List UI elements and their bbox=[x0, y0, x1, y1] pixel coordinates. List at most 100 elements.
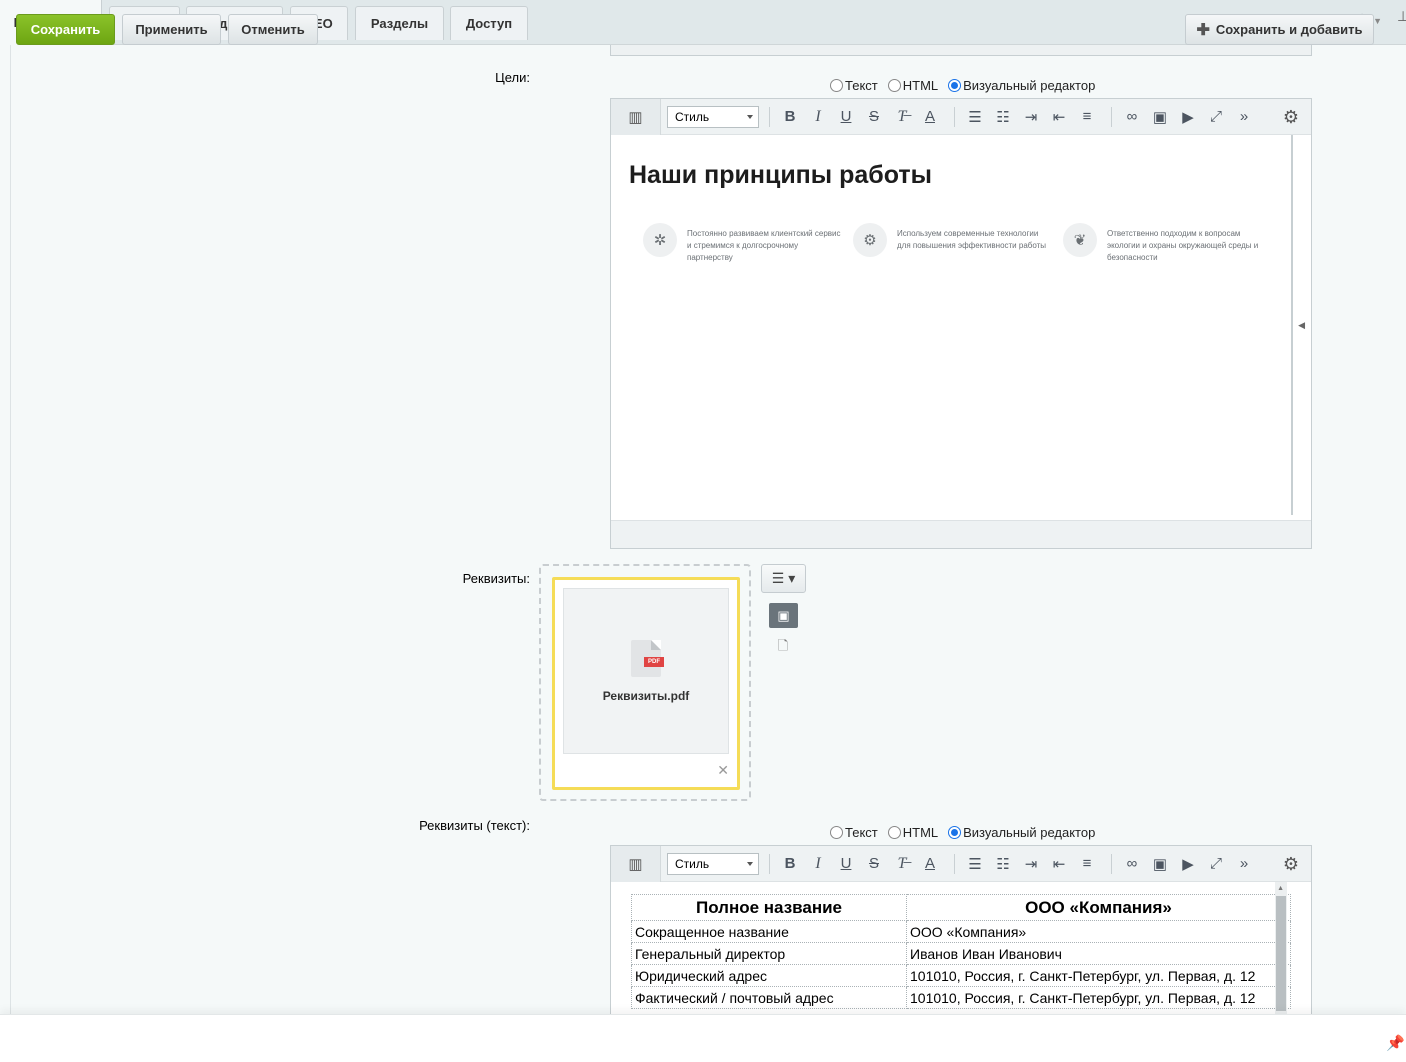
previous-editor-footer bbox=[610, 45, 1312, 56]
link-icon[interactable]: ∞ bbox=[1118, 103, 1146, 131]
goals-editor: ▥ Стиль B I U S T̶ A ☰ ☷ ⇥ ⇤ ≡ ∞ ▣ ▶ ⤢ »… bbox=[610, 98, 1312, 549]
feature-item: ✲ Постоянно развиваем клиентский сервис … bbox=[643, 223, 843, 264]
table-row: Генеральный директор Иванов Иван Иванови… bbox=[631, 942, 1291, 965]
menu-icon: ☰ ▾ bbox=[771, 570, 796, 586]
fullscreen-icon[interactable]: ⤢ bbox=[1202, 850, 1230, 878]
mode-visual-option[interactable]: Визуальный редактор bbox=[948, 78, 1095, 93]
file-menu-button[interactable]: ☰ ▾ bbox=[761, 564, 806, 593]
save-button[interactable]: Сохранить bbox=[16, 14, 115, 45]
ordered-list-icon[interactable]: ☰ bbox=[961, 103, 989, 131]
indent-icon[interactable]: ⇥ bbox=[1017, 850, 1045, 878]
radio-html[interactable] bbox=[887, 79, 901, 92]
feature-text: Используем современные технологии для по… bbox=[897, 229, 1047, 250]
underline-icon[interactable]: U bbox=[832, 103, 860, 131]
strikethrough-icon[interactable]: S bbox=[860, 103, 888, 131]
table-cell: Сокращенное название bbox=[631, 920, 907, 943]
radio-html[interactable] bbox=[887, 826, 901, 839]
toolbar-separator bbox=[1111, 853, 1112, 874]
font-color-icon[interactable]: A bbox=[916, 850, 944, 878]
outdent-icon[interactable]: ⇤ bbox=[1045, 850, 1073, 878]
editor-footer bbox=[611, 520, 1311, 548]
goals-edit-area[interactable]: Наши принципы работы ✲ Постоянно развива… bbox=[611, 135, 1311, 520]
more-icon[interactable]: » bbox=[1230, 850, 1258, 878]
mode-text-option[interactable]: Текст bbox=[830, 78, 878, 93]
radio-text[interactable] bbox=[830, 79, 843, 92]
close-icon[interactable]: ✕ bbox=[717, 762, 729, 779]
file-dropzone[interactable]: PDF Реквизиты.pdf ✕ bbox=[539, 564, 751, 801]
file-card[interactable]: PDF Реквизиты.pdf ✕ bbox=[552, 577, 740, 790]
align-icon[interactable]: ≡ bbox=[1073, 850, 1101, 878]
table-row: Фактический / почтовый адрес 101010, Рос… bbox=[631, 986, 1291, 1009]
mode-visual-label: Визуальный редактор bbox=[963, 825, 1096, 840]
underline-icon[interactable]: U bbox=[832, 850, 860, 878]
remove-format-icon[interactable]: T̶ bbox=[888, 850, 916, 878]
tab-access[interactable]: Доступ bbox=[450, 6, 528, 40]
requisites-mode-switch: Текст HTML Визуальный редактор bbox=[830, 825, 1095, 840]
toolbar-separator bbox=[954, 853, 955, 874]
toolbar-separator bbox=[769, 853, 770, 874]
bold-icon[interactable]: B bbox=[776, 103, 804, 131]
style-select[interactable]: Стиль bbox=[667, 105, 759, 128]
style-select[interactable]: Стиль bbox=[667, 852, 759, 875]
collapse-panel-icon[interactable]: ◀ bbox=[1298, 320, 1305, 331]
feature-text: Ответственно подходим к вопросам экологи… bbox=[1107, 229, 1259, 262]
source-icon[interactable]: ▥ bbox=[611, 846, 661, 882]
table-cell: Генеральный директор bbox=[631, 942, 907, 965]
video-icon[interactable]: ▶ bbox=[1174, 103, 1202, 131]
save-and-add-button[interactable]: ✚ Сохранить и добавить bbox=[1185, 14, 1374, 45]
pin-icon[interactable]: 📌 bbox=[1386, 1034, 1405, 1052]
settings-icon[interactable]: ⚙ bbox=[1279, 105, 1303, 129]
table-row: Сокращенное название ООО «Компания» bbox=[631, 920, 1291, 943]
requisites-edit-area[interactable]: Полное название ООО «Компания» Сокращенн… bbox=[611, 882, 1311, 1014]
mode-text-label: Текст bbox=[845, 825, 878, 840]
apply-button[interactable]: Применить bbox=[122, 14, 221, 45]
file-thumbnail[interactable]: PDF Реквизиты.pdf bbox=[563, 588, 729, 754]
mode-visual-option[interactable]: Визуальный редактор bbox=[948, 825, 1095, 840]
pdf-tag: PDF bbox=[644, 656, 664, 667]
editor-resize-border bbox=[1291, 135, 1293, 515]
unordered-list-icon[interactable]: ☷ bbox=[989, 850, 1017, 878]
fullscreen-icon[interactable]: ⤢ bbox=[1202, 103, 1230, 131]
toolbar-separator bbox=[769, 106, 770, 127]
table-cell: ООО «Компания» bbox=[906, 894, 1291, 921]
tab-sections[interactable]: Разделы bbox=[355, 6, 444, 40]
indent-icon[interactable]: ⇥ bbox=[1017, 103, 1045, 131]
outdent-icon[interactable]: ⇤ bbox=[1045, 103, 1073, 131]
scroll-up-icon[interactable]: ▲ bbox=[1277, 885, 1284, 892]
align-icon[interactable]: ≡ bbox=[1073, 103, 1101, 131]
image-icon[interactable]: ▣ bbox=[1146, 103, 1174, 131]
pdf-file-icon: PDF bbox=[631, 639, 664, 677]
settings-icon[interactable]: ⚙ bbox=[1279, 852, 1303, 876]
ordered-list-icon[interactable]: ☰ bbox=[961, 850, 989, 878]
radio-visual[interactable] bbox=[948, 826, 962, 839]
pin-icon[interactable]: ⊥ bbox=[1397, 8, 1406, 25]
strikethrough-icon[interactable]: S bbox=[860, 850, 888, 878]
radio-visual[interactable] bbox=[948, 79, 962, 92]
table-cell: Юридический адрес bbox=[631, 964, 907, 987]
document-view-icon[interactable]: 🗋 bbox=[776, 638, 790, 656]
scrollbar-thumb[interactable] bbox=[1276, 896, 1286, 1011]
italic-icon[interactable]: I bbox=[804, 103, 832, 131]
goals-heading: Наши принципы работы bbox=[629, 161, 932, 189]
table-cell: Полное название bbox=[631, 894, 907, 921]
image-view-icon[interactable]: ▣ bbox=[769, 603, 798, 628]
mode-html-option[interactable]: HTML bbox=[887, 825, 938, 840]
cancel-button[interactable]: Отменить bbox=[228, 14, 318, 45]
bold-icon[interactable]: B bbox=[776, 850, 804, 878]
editor-toolbar: ▥ Стиль B I U S T̶ A ☰ ☷ ⇥ ⇤ ≡ ∞ ▣ ▶ ⤢ »… bbox=[611, 98, 1311, 135]
table-header-row: Полное название ООО «Компания» bbox=[631, 894, 1291, 921]
video-icon[interactable]: ▶ bbox=[1174, 850, 1202, 878]
unordered-list-icon[interactable]: ☷ bbox=[989, 103, 1017, 131]
mode-html-option[interactable]: HTML bbox=[887, 78, 938, 93]
mode-text-option[interactable]: Текст bbox=[830, 825, 878, 840]
image-icon[interactable]: ▣ bbox=[1146, 850, 1174, 878]
editor-toolbar: ▥ Стиль B I U S T̶ A ☰ ☷ ⇥ ⇤ ≡ ∞ ▣ ▶ ⤢ »… bbox=[611, 846, 1311, 882]
italic-icon[interactable]: I bbox=[804, 850, 832, 878]
source-icon[interactable]: ▥ bbox=[611, 98, 661, 135]
font-color-icon[interactable]: A bbox=[916, 103, 944, 131]
action-bar bbox=[0, 1014, 1406, 1062]
radio-text[interactable] bbox=[830, 826, 843, 839]
more-icon[interactable]: » bbox=[1230, 103, 1258, 131]
link-icon[interactable]: ∞ bbox=[1118, 850, 1146, 878]
remove-format-icon[interactable]: T̶ bbox=[888, 103, 916, 131]
